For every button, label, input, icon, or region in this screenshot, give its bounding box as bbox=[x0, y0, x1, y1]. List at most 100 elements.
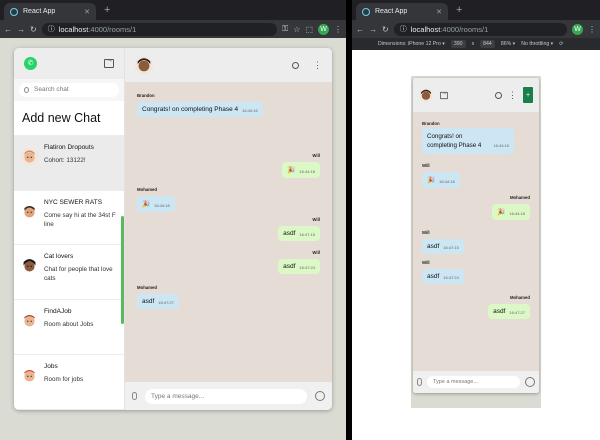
star-icon[interactable]: ☆ bbox=[293, 25, 300, 34]
sender-name: Mohamed bbox=[509, 195, 530, 200]
message-text: Congrats! on completing Phase 4 bbox=[427, 133, 482, 149]
sidebar-room[interactable]: Flatiron Dropouts Cohort: 13122! bbox=[14, 135, 124, 191]
device-width[interactable]: 390 bbox=[450, 40, 466, 48]
message-time: 16:44:18 bbox=[154, 203, 170, 208]
search-box[interactable] bbox=[19, 82, 119, 97]
message-text: 🎉 bbox=[142, 201, 151, 208]
message-text: 🎉 bbox=[427, 177, 436, 184]
reload-icon[interactable]: ↻ bbox=[30, 25, 37, 34]
add-chat-button[interactable]: + bbox=[523, 87, 533, 103]
message-bubble: Mohamed asdf 16:47:27 bbox=[488, 295, 530, 319]
room-name: NYC SEWER RATS bbox=[44, 198, 103, 206]
message-input[interactable]: Type a message... bbox=[145, 388, 307, 404]
menu-icon[interactable]: ⋮ bbox=[588, 25, 596, 34]
sidebar-room[interactable]: Jobs Room for jobs bbox=[14, 355, 124, 410]
more-icon[interactable]: ⋮ bbox=[313, 60, 322, 70]
message-time: 16:44:18 bbox=[299, 169, 315, 174]
sender-name: Mohamed bbox=[509, 295, 530, 300]
message-text: asdf bbox=[427, 243, 440, 250]
message-bubble: Will 🎉 16:44:18 bbox=[422, 163, 460, 188]
message-time: 16:47:24 bbox=[299, 265, 315, 270]
profile-avatar[interactable]: W bbox=[318, 23, 329, 35]
room-last-message: Room for jobs bbox=[44, 376, 84, 384]
more-icon[interactable]: ⋮ bbox=[508, 90, 517, 100]
url-field[interactable]: ⓘ localhost:4000/rooms/1 bbox=[41, 22, 278, 36]
emoji-icon[interactable] bbox=[315, 391, 325, 401]
message-bubble: Brandon Congrats! on completing Phase 4 16… bbox=[137, 93, 263, 117]
sender-name: Will bbox=[422, 260, 430, 265]
sender-name: Will bbox=[422, 163, 430, 168]
throttle-select[interactable]: No throttling ▾ bbox=[521, 41, 553, 47]
device-height[interactable]: 844 bbox=[480, 40, 495, 48]
logout-icon[interactable] bbox=[104, 57, 114, 68]
new-tab-icon[interactable]: + bbox=[456, 4, 462, 16]
sidebar-room[interactable]: Cat lovers Chat for people that love cat… bbox=[14, 245, 124, 301]
menu-icon[interactable]: ⋮ bbox=[334, 25, 342, 34]
logout-icon[interactable] bbox=[440, 90, 448, 99]
chat-app-mobile: ⋮ + Brandon Congrats! on completing Phase… bbox=[413, 78, 539, 393]
room-name: Jobs bbox=[44, 363, 58, 371]
emoji-icon[interactable] bbox=[525, 377, 535, 387]
add-new-chat[interactable]: Add new Chat bbox=[14, 101, 124, 136]
room-avatar bbox=[21, 312, 38, 330]
message-text: asdf bbox=[283, 230, 296, 237]
microphone-icon[interactable] bbox=[132, 392, 137, 400]
responsive-viewport: ⋮ + Brandon Congrats! on completing Phase… bbox=[352, 50, 600, 440]
message-text: 🎉 bbox=[287, 167, 296, 174]
key-icon[interactable]: ⚿ bbox=[282, 24, 288, 34]
tab-bar: React App ✕ + bbox=[0, 0, 346, 20]
chat-panel: ⋮ Brandon Congrats! on completing Phase 4… bbox=[125, 48, 332, 410]
whatsapp-icon: ✆ bbox=[24, 56, 37, 70]
sidebar-room[interactable]: FindAJob Room about Jobs bbox=[14, 300, 124, 356]
sender-name: Brandon bbox=[137, 93, 155, 98]
react-icon bbox=[10, 7, 18, 16]
message-list: Brandon Congrats! on completing Phase 4 16… bbox=[413, 112, 539, 371]
rotate-icon[interactable]: ⟳ bbox=[559, 41, 563, 47]
message-bubble: Will asdf 16:47:15 bbox=[422, 230, 464, 254]
room-last-message: Room about Jobs bbox=[44, 321, 94, 329]
microphone-icon[interactable] bbox=[417, 378, 422, 386]
sender-name: Mohamed bbox=[137, 187, 158, 192]
message-time: 16:47:27 bbox=[158, 300, 174, 305]
sidebar-scrollbar[interactable] bbox=[121, 216, 124, 324]
message-time: 16:47:15 bbox=[443, 245, 459, 250]
new-tab-icon[interactable]: + bbox=[104, 4, 110, 16]
room-name: Flatiron Dropouts bbox=[44, 143, 94, 151]
message-list: Brandon Congrats! on completing Phase 4 16… bbox=[125, 82, 332, 382]
url-path: :4000/rooms/1 bbox=[88, 24, 137, 34]
message-text: asdf bbox=[142, 298, 155, 305]
message-input[interactable]: Type a message... bbox=[427, 376, 520, 388]
search-input[interactable] bbox=[34, 86, 114, 94]
back-icon[interactable]: ← bbox=[356, 25, 364, 34]
message-time: 16:44:18 bbox=[439, 179, 455, 184]
room-name: FindAJob bbox=[44, 308, 72, 316]
device-frame: ⋮ + Brandon Congrats! on completing Phase… bbox=[411, 76, 541, 408]
room-avatar bbox=[21, 202, 38, 220]
device-select[interactable]: Dimensions: iPhone 12 Pro ▾ bbox=[378, 41, 445, 47]
sidebar-room[interactable]: NYC SEWER RATS Come say hi at the 34st F… bbox=[14, 191, 124, 246]
tab-title: React App bbox=[23, 8, 56, 15]
tab-bar: React App ✕ + bbox=[352, 0, 600, 20]
back-icon[interactable]: ← bbox=[4, 25, 12, 34]
room-avatar bbox=[21, 257, 38, 275]
device-toolbar: Dimensions: iPhone 12 Pro ▾ 390 x 844 86… bbox=[352, 38, 600, 50]
extensions-icon[interactable]: ⬚ bbox=[305, 25, 313, 34]
forward-icon[interactable]: → bbox=[369, 25, 377, 34]
browser-tab[interactable]: React App ✕ bbox=[356, 3, 448, 20]
message-time: 16:47:15 bbox=[299, 232, 315, 237]
page-viewport: ✆ Add new Chat Flatiron Dropouts bbox=[0, 38, 346, 440]
url-field[interactable]: ⓘ localhost:4000/rooms/1 bbox=[393, 22, 567, 36]
forward-icon[interactable]: → bbox=[17, 25, 25, 34]
room-name: Cat lovers bbox=[44, 253, 74, 261]
zoom-select[interactable]: 86% ▾ bbox=[501, 41, 515, 47]
message-text: asdf bbox=[427, 273, 440, 280]
reload-icon[interactable]: ↻ bbox=[382, 25, 389, 34]
close-tab-icon[interactable]: ✕ bbox=[84, 8, 90, 16]
close-tab-icon[interactable]: ✕ bbox=[436, 8, 442, 16]
search-icon[interactable] bbox=[495, 91, 502, 99]
message-time: 16:47:27 bbox=[509, 310, 525, 315]
browser-tab[interactable]: React App ✕ bbox=[4, 3, 96, 20]
profile-avatar[interactable]: W bbox=[572, 23, 583, 35]
message-bubble: Will asdf 16:47:24 bbox=[278, 250, 320, 274]
search-icon[interactable] bbox=[292, 61, 299, 69]
